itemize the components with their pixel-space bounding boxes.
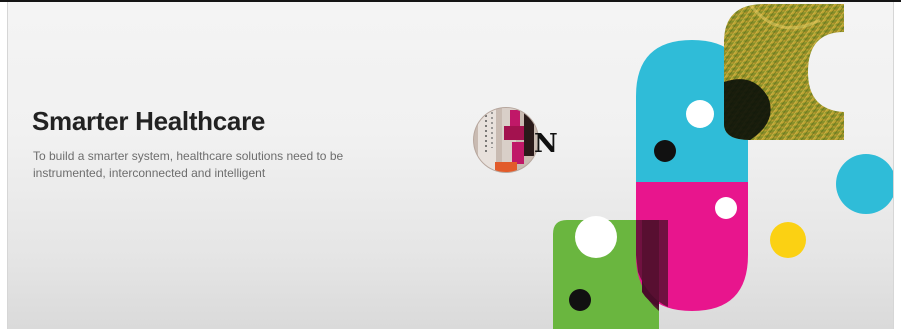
yellow-dot-shape	[770, 222, 806, 258]
cyan-dot-shape	[836, 154, 893, 214]
healthcare-artwork: N	[473, 4, 893, 329]
badge-letter: N	[534, 129, 558, 159]
sample-tube-badge-icon: N	[473, 107, 558, 173]
leaf-photo-shape	[724, 4, 844, 140]
screenshot-frame: Smarter Healthcare To build a smarter sy…	[0, 0, 901, 329]
smarter-healthcare-banner: Smarter Healthcare To build a smarter sy…	[7, 2, 894, 329]
